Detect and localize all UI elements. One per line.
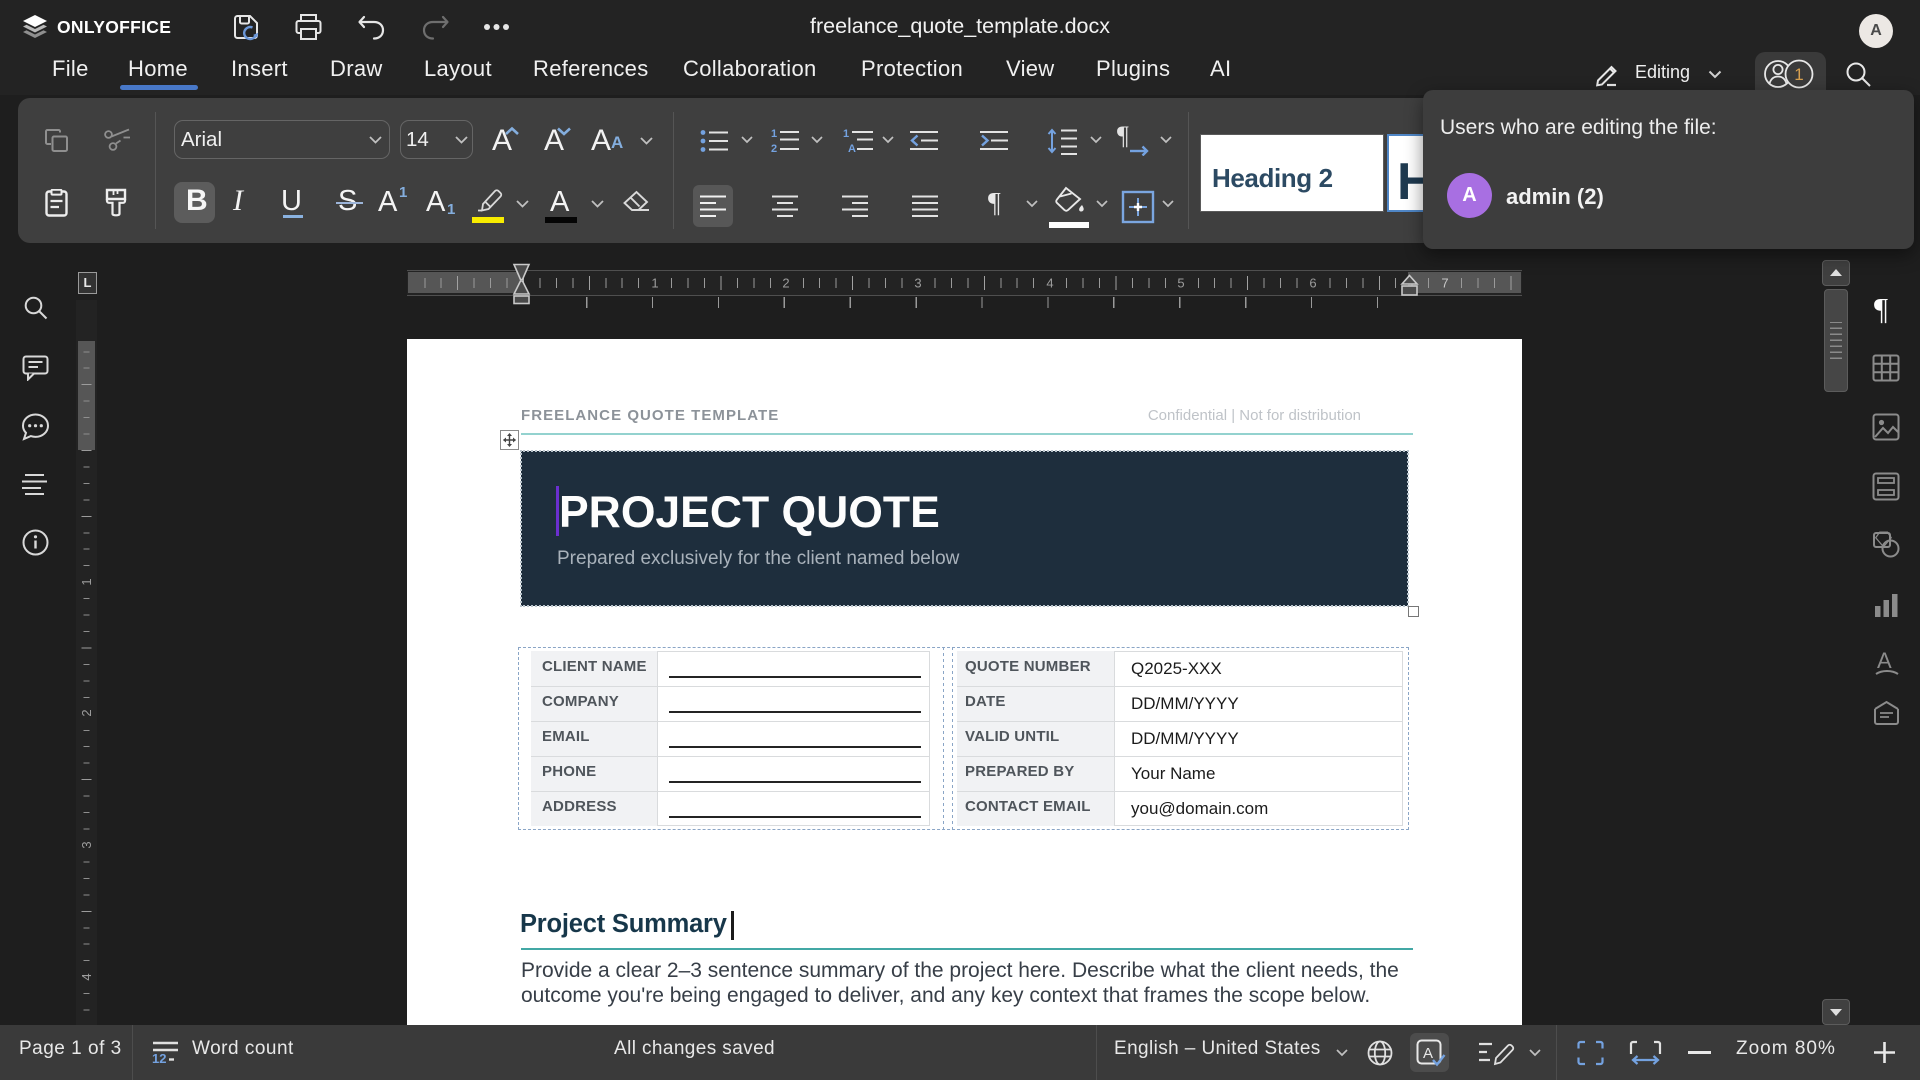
svg-text:1: 1 <box>843 128 849 140</box>
svg-text:2: 2 <box>79 709 94 716</box>
svg-text:4: 4 <box>79 973 94 980</box>
svg-text:1: 1 <box>79 578 94 585</box>
svg-text:3: 3 <box>79 841 94 848</box>
svg-text:1: 1 <box>1794 65 1803 84</box>
svg-text:2: 2 <box>782 276 789 291</box>
svg-text:A: A <box>1877 648 1892 673</box>
svg-text:2: 2 <box>771 143 777 154</box>
svg-text:¶: ¶ <box>1117 122 1129 150</box>
svg-text:5: 5 <box>1177 276 1184 291</box>
svg-text:12: 12 <box>152 1051 166 1064</box>
svg-text:1: 1 <box>651 276 658 291</box>
svg-text:4: 4 <box>1046 276 1053 291</box>
svg-text:A: A <box>848 143 856 154</box>
svg-text:A: A <box>1423 1045 1433 1062</box>
svg-text:7: 7 <box>1441 276 1448 291</box>
svg-text:1: 1 <box>771 128 777 140</box>
svg-text:6: 6 <box>1309 276 1316 291</box>
svg-text:3: 3 <box>914 276 921 291</box>
